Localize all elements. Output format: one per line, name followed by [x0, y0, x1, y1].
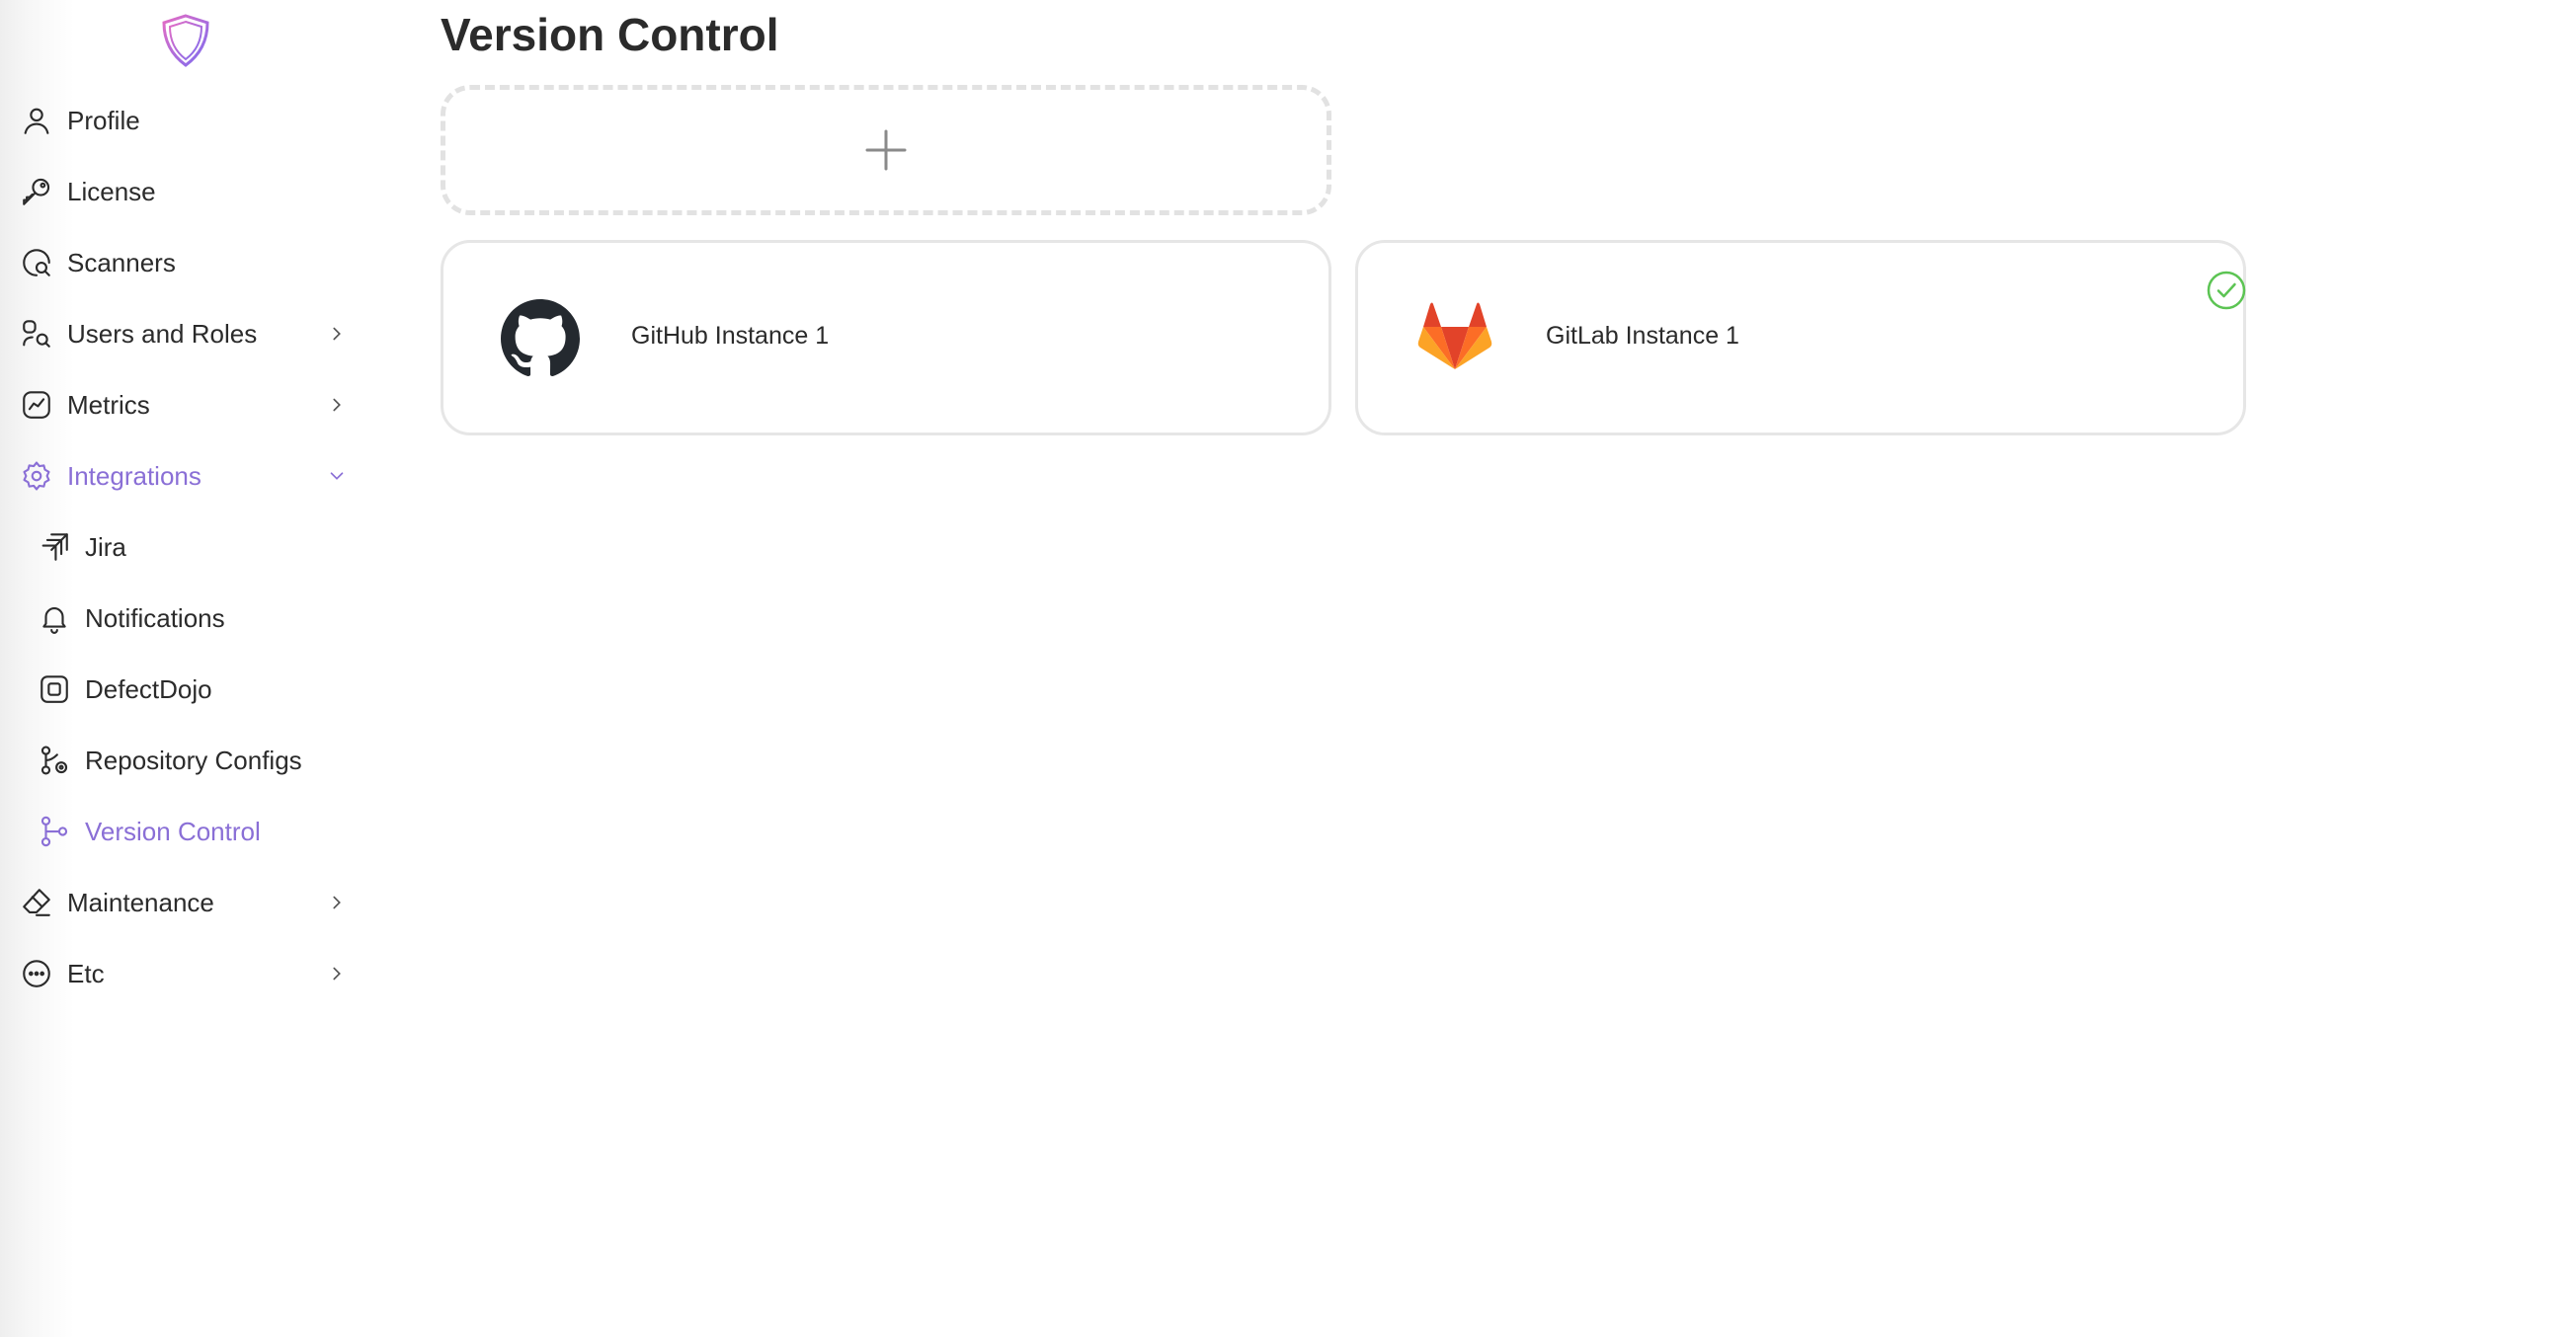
sidebar-item-version-control[interactable]: Version Control	[0, 804, 365, 859]
sidebar: Profile License Scanners Users and Roles…	[0, 0, 375, 1337]
version-control-card-gitlab[interactable]: GitLab Instance 1	[1355, 240, 2246, 435]
sidebar-item-label: Etc	[67, 958, 105, 988]
bell-icon	[37, 600, 72, 636]
version-control-card-github[interactable]: GitHub Instance 1	[441, 240, 1331, 435]
sidebar-item-label: Metrics	[67, 389, 150, 420]
sidebar-item-license[interactable]: License	[0, 164, 365, 219]
chevron-right-icon	[333, 967, 341, 981]
check-circle-icon	[2207, 271, 2246, 310]
plus-icon	[865, 129, 907, 171]
repo-config-icon	[37, 743, 72, 778]
sidebar-item-repository-configs[interactable]: Repository Configs	[0, 733, 365, 788]
sidebar-item-label: Notifications	[85, 602, 225, 633]
sidebar-item-integrations[interactable]: Integrations	[0, 448, 365, 504]
jira-icon	[37, 529, 72, 565]
add-integration-button[interactable]	[441, 85, 1331, 215]
chevron-right-icon	[333, 398, 341, 412]
scan-search-icon	[19, 245, 54, 280]
defectdojo-icon	[37, 671, 72, 707]
sidebar-item-etc[interactable]: Etc	[0, 946, 365, 1001]
more-horizontal-icon	[19, 956, 54, 991]
eraser-icon	[19, 885, 54, 920]
user-icon	[19, 103, 54, 138]
chevron-down-icon	[330, 472, 344, 480]
key-icon	[19, 174, 54, 209]
chevron-right-icon	[333, 327, 341, 341]
sidebar-item-label: Repository Configs	[85, 745, 302, 775]
sidebar-item-profile[interactable]: Profile	[0, 93, 365, 148]
page-title: Version Control	[441, 9, 779, 60]
card-label: GitHub Instance 1	[631, 322, 830, 350]
sidebar-item-label: Version Control	[85, 816, 261, 846]
sidebar-item-label: Scanners	[67, 247, 176, 277]
chart-trend-icon	[19, 387, 54, 423]
sidebar-item-label: Integrations	[67, 460, 201, 491]
card-label: GitLab Instance 1	[1546, 322, 1739, 350]
sidebar-item-defectdojo[interactable]: DefectDojo	[0, 662, 365, 717]
sidebar-item-jira[interactable]: Jira	[0, 519, 365, 575]
github-icon	[501, 299, 580, 377]
shield-logo-icon[interactable]	[158, 12, 213, 69]
sidebar-item-users-and-roles[interactable]: Users and Roles	[0, 306, 365, 361]
sidebar-item-maintenance[interactable]: Maintenance	[0, 875, 365, 930]
sidebar-item-label: Users and Roles	[67, 318, 258, 349]
git-branch-icon	[37, 814, 72, 849]
settings-cog-icon	[19, 458, 54, 494]
user-search-icon	[19, 316, 54, 352]
sidebar-item-scanners[interactable]: Scanners	[0, 235, 365, 290]
gitlab-icon	[1417, 302, 1492, 369]
sidebar-item-label: DefectDojo	[85, 673, 212, 704]
sidebar-item-metrics[interactable]: Metrics	[0, 377, 365, 433]
sidebar-item-label: Maintenance	[67, 887, 214, 917]
sidebar-item-notifications[interactable]: Notifications	[0, 590, 365, 646]
chevron-right-icon	[333, 896, 341, 909]
sidebar-item-label: License	[67, 176, 156, 206]
sidebar-item-label: Jira	[85, 531, 126, 562]
sidebar-item-label: Profile	[67, 105, 140, 135]
